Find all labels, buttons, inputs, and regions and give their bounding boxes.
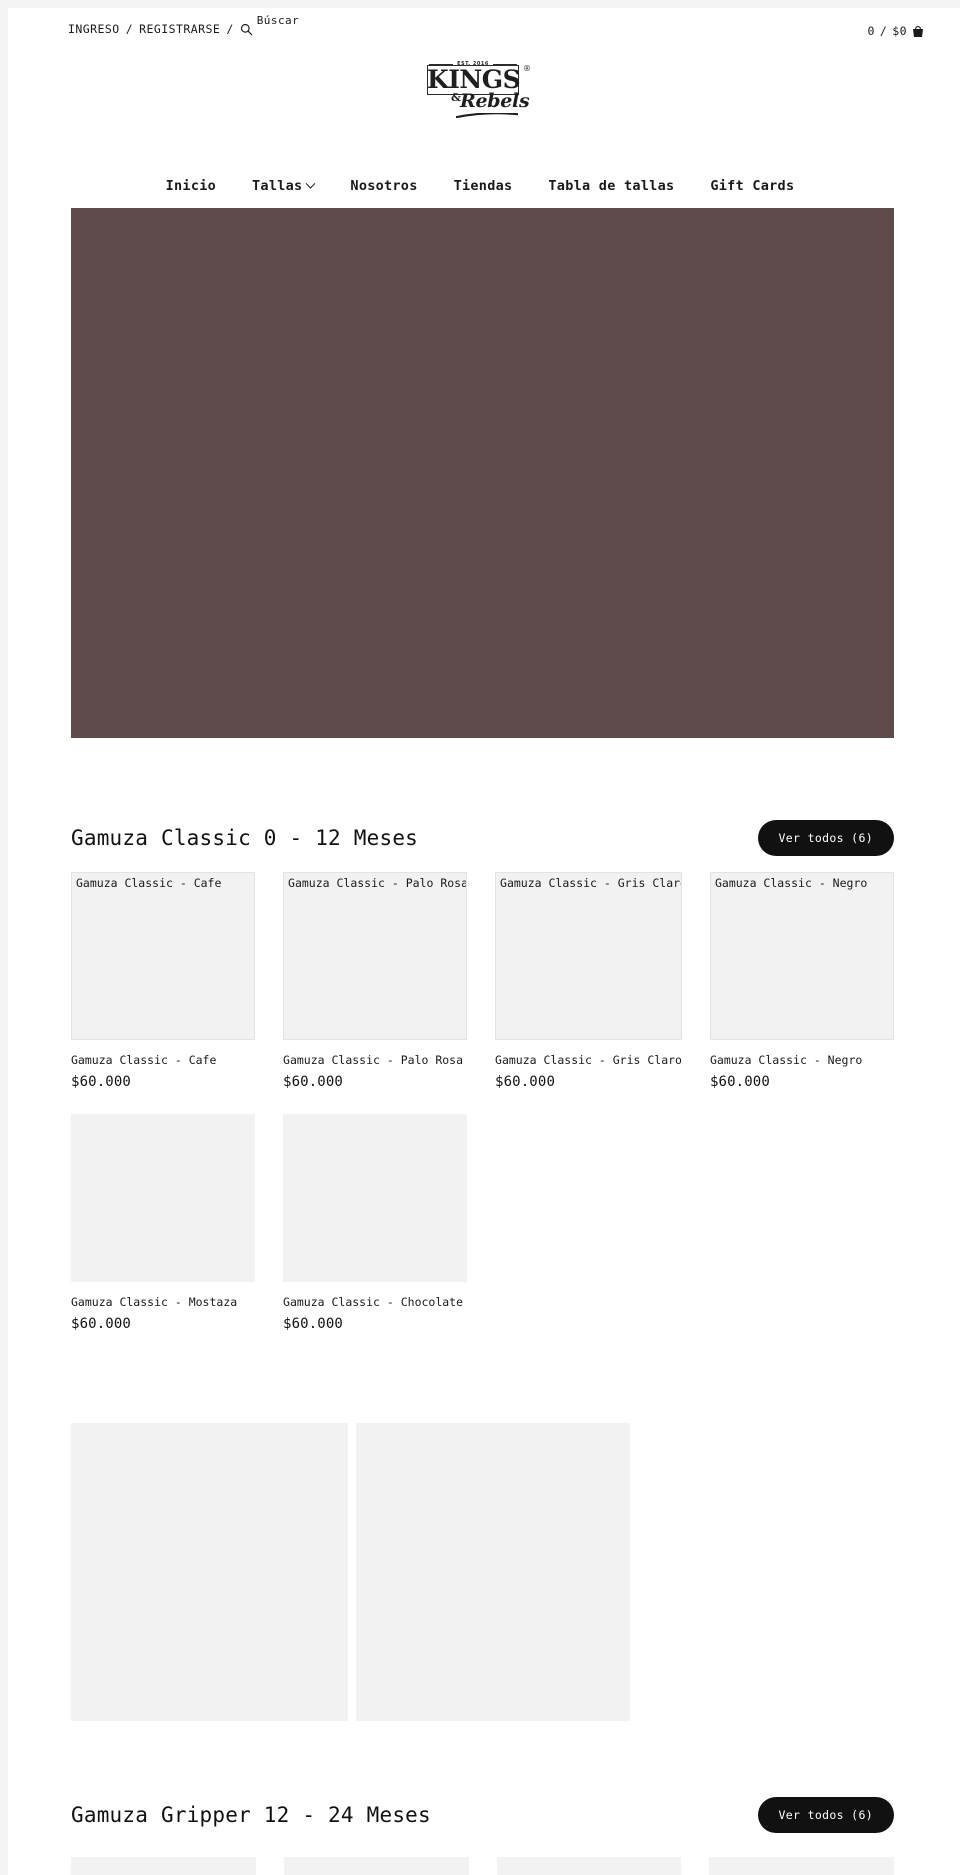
nav-item-tabla-de-tallas[interactable]: Tabla de tallas [530, 178, 692, 194]
product-card[interactable]: Gamuza Classic - Chocolate $60.000 [283, 1114, 468, 1332]
product-price: $60.000 [71, 1074, 131, 1090]
product-name: Gamuza Classic - Negro [709, 1053, 863, 1067]
cart-summary[interactable]: 0 / $0 [867, 24, 924, 38]
promo-block-right[interactable] [356, 1423, 630, 1721]
product-name: Gamuza Classic - Chocolate [283, 1295, 464, 1309]
utility-bar: INGRESO / REGISTRARSE / Búscar 0 / $0 [8, 8, 960, 48]
nav-label: Tiendas [453, 178, 513, 194]
product-price: $60.000 [71, 1316, 131, 1332]
nav-label: Tabla de tallas [548, 178, 675, 194]
product-image-alt-text: Gamuza Classic - Gris Claro [500, 876, 682, 890]
product-name: Gamuza Classic - Cafe [71, 1053, 217, 1067]
login-link[interactable]: INGRESO [68, 22, 120, 36]
product-card[interactable]: Gamuza Classic - Gris Claro Gamuza Class… [495, 872, 682, 1090]
cart-item-count: 0 [867, 24, 875, 38]
nav-item-tiendas[interactable]: Tiendas [436, 178, 531, 194]
product-image-placeholder[interactable] [283, 1857, 469, 1875]
product-grid: Gamuza Classic - Cafe Gamuza Classic - C… [71, 872, 894, 1332]
nav-label: Inicio [165, 178, 217, 194]
product-price: $60.000 [283, 1316, 343, 1332]
section-title: Gamuza Classic 0 - 12 Meses [71, 826, 419, 850]
nav-item-gift-cards[interactable]: Gift Cards [692, 178, 812, 194]
link-separator-2: / [226, 22, 234, 36]
product-price: $60.000 [709, 1074, 770, 1090]
product-card[interactable]: Gamuza Classic - Palo Rosa Gamuza Classi… [283, 872, 468, 1090]
search-icon[interactable] [240, 23, 253, 36]
link-separator-1: / [125, 22, 134, 36]
product-image-placeholder[interactable] [709, 1857, 894, 1875]
logo-underline-swoosh [456, 113, 518, 118]
nav-item-nosotros[interactable]: Nosotros [332, 178, 435, 194]
section-title: Gamuza Gripper 12 - 24 Meses [71, 1803, 431, 1827]
product-price: $60.000 [495, 1074, 556, 1090]
product-name: Gamuza Classic - Mostaza [71, 1295, 238, 1309]
cart-separator: / [879, 24, 888, 38]
page-top-edge [0, 0, 960, 8]
product-image-placeholder: Gamuza Classic - Gris Claro [495, 872, 682, 1040]
product-name: Gamuza Classic - Gris Claro [495, 1053, 682, 1067]
shopping-cart-icon[interactable] [912, 25, 924, 38]
product-name: Gamuza Classic - Palo Rosa [283, 1053, 464, 1067]
page-left-edge [0, 0, 8, 1875]
nav-item-inicio[interactable]: Inicio [148, 178, 234, 194]
cart-total: $0 [892, 24, 907, 38]
section-header: Gamuza Classic 0 - 12 Meses Ver todos (6… [71, 818, 894, 858]
account-links: INGRESO / REGISTRARSE / Búscar [68, 14, 299, 36]
product-grid-partial [71, 1857, 894, 1875]
product-image-alt-text: Gamuza Classic - Negro [714, 876, 868, 890]
site-logo-block: EST. 2016 KINGS ® & Rebels [0, 60, 960, 122]
product-image-placeholder[interactable] [496, 1857, 682, 1875]
site-logo[interactable]: EST. 2016 KINGS ® & Rebels [427, 60, 533, 122]
product-image-placeholder: Gamuza Classic - Cafe [71, 872, 256, 1040]
view-all-button[interactable]: Ver todos (6) [757, 820, 894, 856]
nav-label: Nosotros [350, 178, 418, 194]
search-label[interactable]: Búscar [257, 14, 300, 27]
product-card[interactable]: Gamuza Classic - Mostaza $60.000 [71, 1114, 256, 1332]
product-image-placeholder[interactable] [71, 1857, 256, 1875]
chevron-down-icon [305, 178, 316, 189]
collection-section-gamuza-gripper: Gamuza Gripper 12 - 24 Meses Ver todos (… [71, 1795, 894, 1835]
product-price: $60.000 [283, 1074, 343, 1090]
hero-banner[interactable] [71, 208, 894, 738]
product-image-placeholder: Gamuza Classic - Negro [709, 872, 894, 1040]
register-link[interactable]: REGISTRARSE [139, 22, 220, 36]
registered-trademark-icon: ® [523, 64, 531, 73]
main-navigation: Inicio Tallas Nosotros Tiendas Tabla de … [0, 178, 960, 194]
nav-label: Tallas [252, 178, 303, 194]
view-all-button[interactable]: Ver todos (6) [757, 1797, 894, 1833]
product-image-placeholder [71, 1114, 256, 1282]
section-header: Gamuza Gripper 12 - 24 Meses Ver todos (… [71, 1795, 894, 1835]
nav-label: Gift Cards [710, 178, 795, 194]
product-card[interactable]: Gamuza Classic - Cafe Gamuza Classic - C… [71, 872, 256, 1090]
product-image-alt-text: Gamuza Classic - Cafe [76, 876, 222, 890]
nav-item-tallas[interactable]: Tallas [234, 178, 332, 194]
product-image-placeholder: Gamuza Classic - Palo Rosa [283, 872, 468, 1040]
product-image-alt-text: Gamuza Classic - Palo Rosa [288, 876, 468, 890]
logo-rebels-text: Rebels [460, 90, 530, 112]
product-image-placeholder [283, 1114, 468, 1282]
product-card[interactable]: Gamuza Classic - Negro Gamuza Classic - … [709, 872, 894, 1090]
promo-block-row [71, 1423, 894, 1721]
collection-section-gamuza-classic: Gamuza Classic 0 - 12 Meses Ver todos (6… [71, 818, 894, 1332]
promo-block-left[interactable] [71, 1423, 348, 1721]
